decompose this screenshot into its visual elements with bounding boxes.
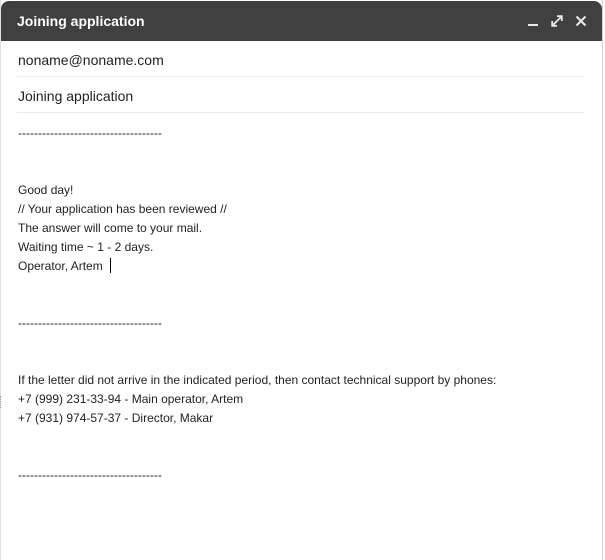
phone-line-main-operator: +7 (999) 231-33-94 - Main operator, Arte… <box>18 392 244 406</box>
subject-text: Joining application <box>18 88 134 104</box>
compose-window: Joining application noname@noname.com Jo… <box>0 0 603 560</box>
resize-handle[interactable] <box>0 396 3 408</box>
minimize-icon[interactable] <box>525 13 541 29</box>
separator-line: ------------------------------------ <box>18 468 162 482</box>
compose-titlebar[interactable]: Joining application <box>1 1 602 41</box>
subject-field[interactable]: Joining application <box>17 78 585 113</box>
close-icon[interactable] <box>573 13 589 29</box>
waiting-time-line: Waiting time ~ 1 - 2 days. <box>18 240 154 254</box>
support-intro-line: If the letter did not arrive in the indi… <box>18 373 497 387</box>
recipient-address: noname@noname.com <box>18 52 164 68</box>
separator-line: ------------------------------------ <box>18 126 162 140</box>
window-title: Joining application <box>17 13 145 29</box>
answer-line: The answer will come to your mail. <box>18 221 203 235</box>
signature-line: Operator, Artem <box>18 259 103 273</box>
separator-line: ------------------------------------ <box>18 316 162 330</box>
text-cursor <box>110 258 111 273</box>
message-body[interactable]: ------------------------------------ Goo… <box>17 114 587 554</box>
reviewed-line: // Your application has been reviewed // <box>18 202 227 216</box>
phone-line-director: +7 (931) 974-57-37 - Director, Makar <box>18 411 214 425</box>
recipients-field[interactable]: noname@noname.com <box>17 42 585 77</box>
greeting-line: Good day! <box>18 183 74 197</box>
expand-icon[interactable] <box>549 13 565 29</box>
